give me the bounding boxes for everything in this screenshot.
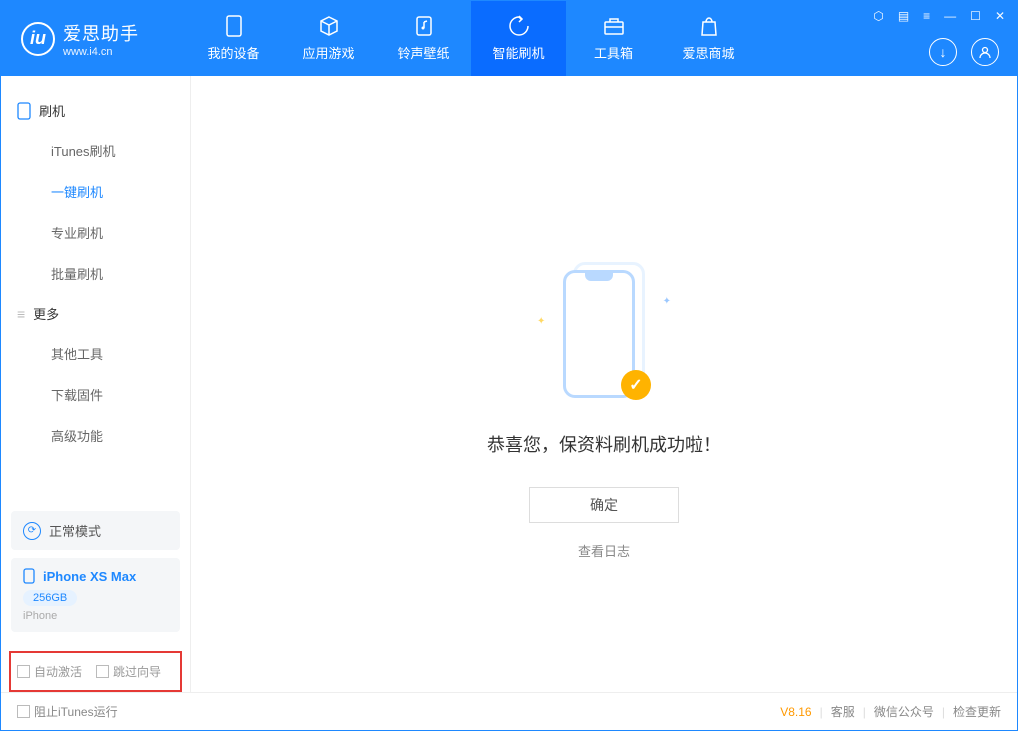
auto-activate-checkbox[interactable]: 自动激活 xyxy=(17,663,82,680)
menu-icon[interactable]: ≡ xyxy=(923,9,930,23)
logo: iu 爱思助手 www.i4.cn xyxy=(1,20,186,58)
sidebar-section-flash: 刷机 xyxy=(1,91,190,130)
app-header: iu 爱思助手 www.i4.cn 我的设备 应用游戏 铃声壁纸 智能刷机 工具… xyxy=(1,1,1017,76)
sidebar-section-more: ≡ 更多 xyxy=(1,294,190,333)
logo-icon: iu xyxy=(21,22,55,56)
close-icon[interactable]: ✕ xyxy=(995,9,1005,23)
success-graphic: ✓ ✦ ✦ xyxy=(559,266,649,406)
cube-icon xyxy=(318,15,340,37)
mode-text: 正常模式 xyxy=(49,521,101,540)
status-bar: 阻止iTunes运行 V8.16 | 客服 | 微信公众号 | 检查更新 xyxy=(1,692,1017,730)
sidebar: 刷机 iTunes刷机 一键刷机 专业刷机 批量刷机 ≡ 更多 其他工具 下载固… xyxy=(1,76,191,692)
refresh-icon xyxy=(508,15,530,37)
mode-icon: ⟳ xyxy=(23,522,41,540)
list-icon: ≡ xyxy=(17,306,25,322)
section-title: 刷机 xyxy=(39,101,65,120)
flash-options-box: 自动激活 跳过向导 xyxy=(9,651,182,692)
sidebar-item-pro[interactable]: 专业刷机 xyxy=(1,212,190,253)
sidebar-item-itunes[interactable]: iTunes刷机 xyxy=(1,130,190,171)
sidebar-item-batch[interactable]: 批量刷机 xyxy=(1,253,190,294)
header-actions: ↓ xyxy=(929,38,999,66)
block-itunes-checkbox[interactable]: 阻止iTunes运行 xyxy=(17,703,118,720)
device-info[interactable]: iPhone XS Max 256GB iPhone xyxy=(11,558,180,632)
nav-tab-flash[interactable]: 智能刷机 xyxy=(471,1,566,76)
sparkle-icon: ✦ xyxy=(663,296,671,307)
sidebar-item-firmware[interactable]: 下载固件 xyxy=(1,374,190,415)
sidebar-item-oneclick[interactable]: 一键刷机 xyxy=(1,171,190,212)
minimize-icon[interactable]: — xyxy=(944,9,956,23)
footer-link-wechat[interactable]: 微信公众号 xyxy=(874,703,934,720)
sparkle-icon: ✦ xyxy=(537,316,545,327)
device-name: iPhone XS Max xyxy=(43,569,136,584)
section-title: 更多 xyxy=(33,304,59,323)
bag-icon xyxy=(698,15,720,37)
phone-icon xyxy=(17,102,31,120)
window-controls: ⬡ ▤ ≡ — ☐ ✕ xyxy=(873,9,1005,23)
device-type: iPhone xyxy=(23,610,168,622)
main-content: ✓ ✦ ✦ 恭喜您，保资料刷机成功啦！ 确定 查看日志 xyxy=(191,76,1017,692)
maximize-icon[interactable]: ☐ xyxy=(970,9,981,23)
device-mode[interactable]: ⟳ 正常模式 xyxy=(11,511,180,550)
app-url: www.i4.cn xyxy=(63,46,139,58)
nav-tab-toolbox[interactable]: 工具箱 xyxy=(566,1,661,76)
nav-tab-ringtone[interactable]: 铃声壁纸 xyxy=(376,1,471,76)
user-icon[interactable] xyxy=(971,38,999,66)
music-icon xyxy=(413,15,435,37)
storage-badge: 256GB xyxy=(23,590,77,606)
nav-label: 工具箱 xyxy=(594,43,633,62)
footer-link-support[interactable]: 客服 xyxy=(831,703,855,720)
app-name: 爱思助手 xyxy=(63,20,139,46)
nav-label: 应用游戏 xyxy=(302,43,354,62)
nav-tabs: 我的设备 应用游戏 铃声壁纸 智能刷机 工具箱 爱思商城 xyxy=(186,1,756,76)
success-message: 恭喜您，保资料刷机成功啦！ xyxy=(487,431,721,457)
skip-guide-checkbox[interactable]: 跳过向导 xyxy=(96,663,161,680)
shirt-icon[interactable]: ⬡ xyxy=(873,9,883,23)
ok-button[interactable]: 确定 xyxy=(529,487,679,523)
toolbox-icon xyxy=(603,15,625,37)
nav-tab-store[interactable]: 爱思商城 xyxy=(661,1,756,76)
nav-label: 铃声壁纸 xyxy=(397,43,449,62)
nav-label: 智能刷机 xyxy=(492,43,544,62)
download-icon[interactable]: ↓ xyxy=(929,38,957,66)
list-icon[interactable]: ▤ xyxy=(898,9,909,23)
nav-label: 爱思商城 xyxy=(682,43,734,62)
sidebar-item-advanced[interactable]: 高级功能 xyxy=(1,415,190,456)
nav-label: 我的设备 xyxy=(207,43,259,62)
nav-tab-device[interactable]: 我的设备 xyxy=(186,1,281,76)
version-text: V8.16 xyxy=(780,705,811,719)
nav-tab-apps[interactable]: 应用游戏 xyxy=(281,1,376,76)
device-icon xyxy=(223,15,245,37)
view-log-link[interactable]: 查看日志 xyxy=(578,541,630,560)
sidebar-item-othertools[interactable]: 其他工具 xyxy=(1,333,190,374)
phone-icon xyxy=(23,568,35,584)
footer-link-update[interactable]: 检查更新 xyxy=(953,703,1001,720)
check-icon: ✓ xyxy=(621,370,651,400)
